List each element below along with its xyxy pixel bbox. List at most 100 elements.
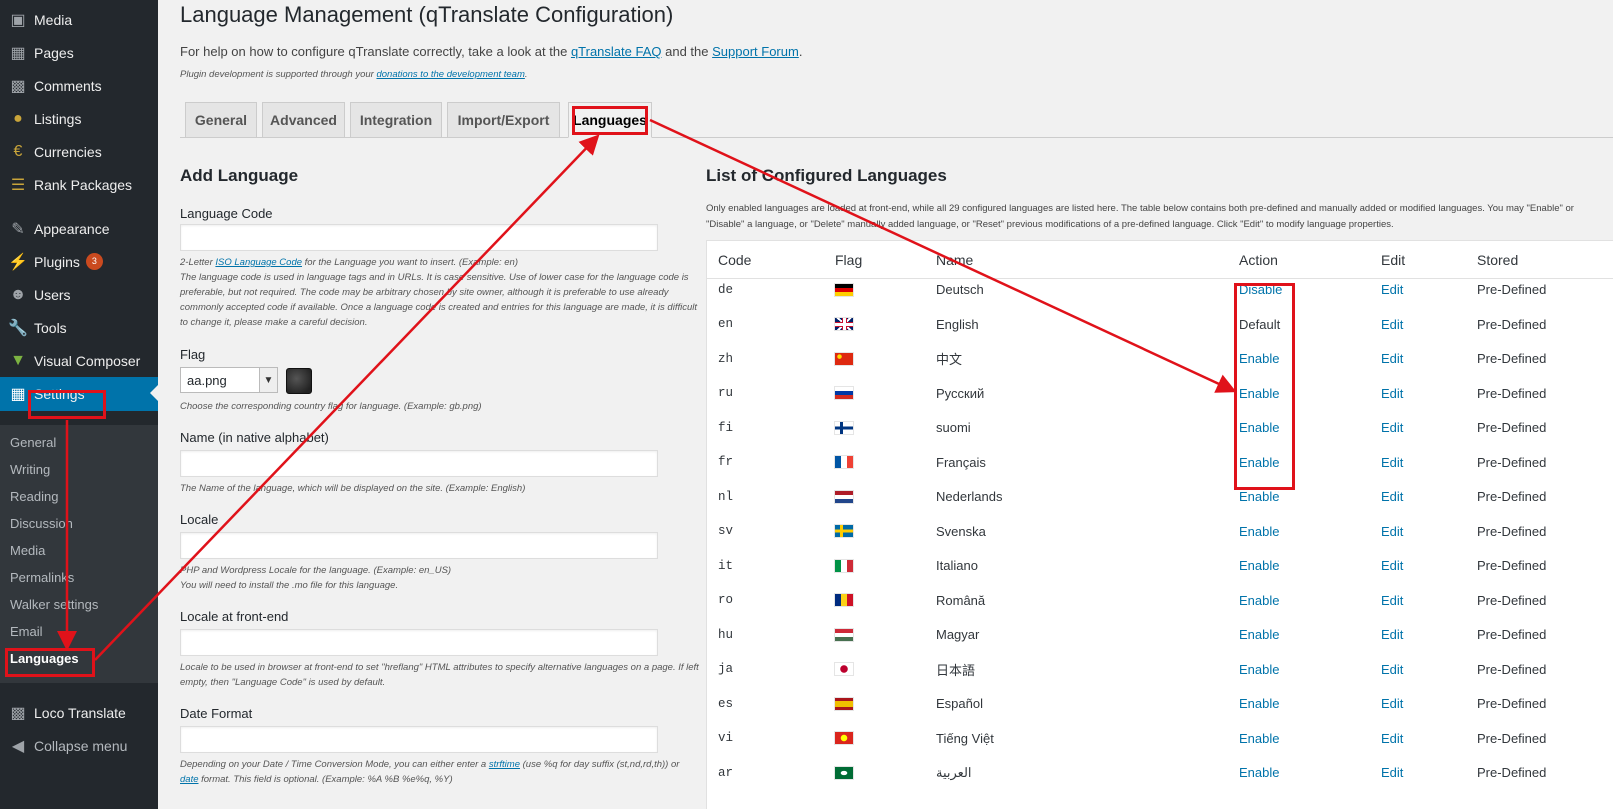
- flag-cell: [835, 514, 853, 549]
- language-code: vi: [718, 731, 734, 745]
- language-name: Română: [936, 592, 986, 608]
- languages-table: Code Flag Name Action Edit Stored de Deut…: [706, 240, 1613, 809]
- sidebar-item-visual-composer[interactable]: ▼ Visual Composer: [0, 344, 158, 377]
- submenu-item-permalinks[interactable]: Permalinks: [0, 564, 158, 591]
- date-format-input[interactable]: [180, 726, 658, 753]
- edit-link[interactable]: Edit: [1381, 686, 1403, 721]
- edit-link[interactable]: Edit: [1381, 479, 1403, 514]
- language-name: Español: [936, 696, 983, 711]
- sidebar-item-tools[interactable]: 🔧 Tools: [0, 311, 158, 344]
- locale-frontend-input[interactable]: [180, 629, 658, 656]
- enable-link[interactable]: Enable: [1239, 514, 1279, 549]
- sidebar-item-label: Plugins: [34, 253, 80, 270]
- locale-input[interactable]: [180, 532, 658, 559]
- submenu-item-media[interactable]: Media: [0, 537, 158, 564]
- flag-select[interactable]: aa.png ▼: [180, 367, 278, 393]
- enable-link[interactable]: Enable: [1239, 376, 1279, 411]
- support-forum-link[interactable]: Support Forum: [712, 44, 799, 59]
- language-code: fr: [718, 455, 734, 469]
- edit-link[interactable]: Edit: [1381, 272, 1403, 307]
- edit-link[interactable]: Edit: [1381, 445, 1403, 480]
- sidebar-item-label: Users: [34, 286, 71, 303]
- sidebar-item-loco-translate[interactable]: ▩ Loco Translate: [0, 696, 158, 729]
- edit-link[interactable]: Edit: [1381, 376, 1403, 411]
- edit-link[interactable]: Edit: [1381, 548, 1403, 583]
- enable-link[interactable]: Enable: [1239, 445, 1279, 480]
- configured-languages-description: Only enabled languages are loaded at fro…: [706, 203, 1574, 230]
- tab-import-export[interactable]: Import/Export: [447, 102, 560, 138]
- submenu-item-general[interactable]: General: [0, 429, 158, 456]
- edit-link[interactable]: Edit: [1381, 652, 1403, 687]
- plugins-update-badge: 3: [85, 253, 103, 270]
- sidebar-item-media[interactable]: ▣ Media: [0, 3, 158, 36]
- sidebar-item-currencies[interactable]: € Currencies: [0, 135, 158, 168]
- enable-link[interactable]: Enable: [1239, 341, 1279, 376]
- edit-link[interactable]: Edit: [1381, 583, 1403, 618]
- flag-fi-icon: [835, 421, 853, 434]
- edit-link[interactable]: Edit: [1381, 617, 1403, 652]
- language-code-input[interactable]: [180, 224, 658, 251]
- table-row: es Español Enable Edit Pre-Defined: [707, 686, 1613, 721]
- date-link[interactable]: date: [180, 774, 199, 785]
- edit-link[interactable]: Edit: [1381, 514, 1403, 549]
- tab-general[interactable]: General: [185, 102, 257, 138]
- iso-language-code-link[interactable]: ISO Language Code: [215, 257, 302, 268]
- sidebar-item-users[interactable]: ☻ Users: [0, 278, 158, 311]
- flag-note: Choose the corresponding country flag fo…: [180, 401, 482, 412]
- submenu-item-email[interactable]: Email: [0, 618, 158, 645]
- faq-link[interactable]: qTranslate FAQ: [571, 44, 662, 59]
- sidebar-item-listings[interactable]: ● Listings: [0, 102, 158, 135]
- stored-status: Pre-Defined: [1477, 696, 1547, 711]
- table-row: de Deutsch Disable Edit Pre-Defined: [707, 272, 1613, 307]
- edit-link[interactable]: Edit: [1381, 755, 1403, 790]
- tab-integration[interactable]: Integration: [350, 102, 442, 138]
- language-name: Svenska: [936, 523, 986, 539]
- enable-link[interactable]: Enable: [1239, 686, 1279, 721]
- flag-se-icon: [835, 525, 853, 537]
- submenu-item-writing[interactable]: Writing: [0, 456, 158, 483]
- edit-link[interactable]: Edit: [1381, 721, 1403, 756]
- table-row: ar العربية Enable Edit Pre-Defined: [707, 755, 1613, 790]
- tab-advanced[interactable]: Advanced: [262, 102, 345, 138]
- collapse-menu-button[interactable]: ◀ Collapse menu: [0, 729, 158, 762]
- flag-nl-icon: [835, 490, 853, 503]
- enable-link[interactable]: Enable: [1239, 548, 1279, 583]
- enable-link[interactable]: Enable: [1239, 721, 1279, 756]
- sidebar-item-label: Collapse menu: [34, 737, 128, 754]
- media-icon: ▣: [10, 11, 26, 29]
- sidebar-item-rank-packages[interactable]: ☰ Rank Packages: [0, 168, 158, 201]
- stored-status: Pre-Defined: [1477, 592, 1547, 608]
- disable-link[interactable]: Disable: [1239, 272, 1282, 307]
- sidebar-item-label: Comments: [34, 77, 102, 94]
- tab-languages[interactable]: Languages: [568, 102, 652, 138]
- flag-hu-icon: [835, 628, 853, 641]
- sidebar-item-comments[interactable]: ▩ Comments: [0, 69, 158, 102]
- submenu-item-reading[interactable]: Reading: [0, 483, 158, 510]
- edit-link[interactable]: Edit: [1381, 410, 1403, 445]
- sidebar-item-settings[interactable]: ▦ Settings: [0, 377, 158, 411]
- enable-link[interactable]: Enable: [1239, 652, 1279, 687]
- name-input[interactable]: [180, 450, 658, 477]
- language-code: es: [718, 696, 734, 711]
- enable-link[interactable]: Enable: [1239, 755, 1279, 790]
- language-name: suomi: [936, 420, 971, 435]
- flag-cell: [835, 721, 853, 756]
- sidebar-item-plugins[interactable]: ⚡ Plugins 3: [0, 245, 158, 278]
- submenu-item-discussion[interactable]: Discussion: [0, 510, 158, 537]
- edit-link[interactable]: Edit: [1381, 341, 1403, 376]
- sidebar-item-appearance[interactable]: ✎ Appearance: [0, 212, 158, 245]
- submenu-item-walker-settings[interactable]: Walker settings: [0, 591, 158, 618]
- translate-icon: ▩: [10, 704, 26, 722]
- edit-link[interactable]: Edit: [1381, 307, 1403, 342]
- language-code: ja: [718, 662, 734, 676]
- collapse-icon: ◀: [11, 737, 25, 755]
- enable-link[interactable]: Enable: [1239, 617, 1279, 652]
- submenu-item-languages[interactable]: Languages: [0, 645, 158, 672]
- strftime-link[interactable]: strftime: [489, 759, 520, 770]
- enable-link[interactable]: Enable: [1239, 583, 1279, 618]
- sidebar-item-label: Listings: [34, 110, 82, 127]
- enable-link[interactable]: Enable: [1239, 479, 1279, 514]
- donations-link[interactable]: donations to the development team: [376, 69, 524, 80]
- enable-link[interactable]: Enable: [1239, 410, 1279, 445]
- sidebar-item-pages[interactable]: ▦ Pages: [0, 36, 158, 69]
